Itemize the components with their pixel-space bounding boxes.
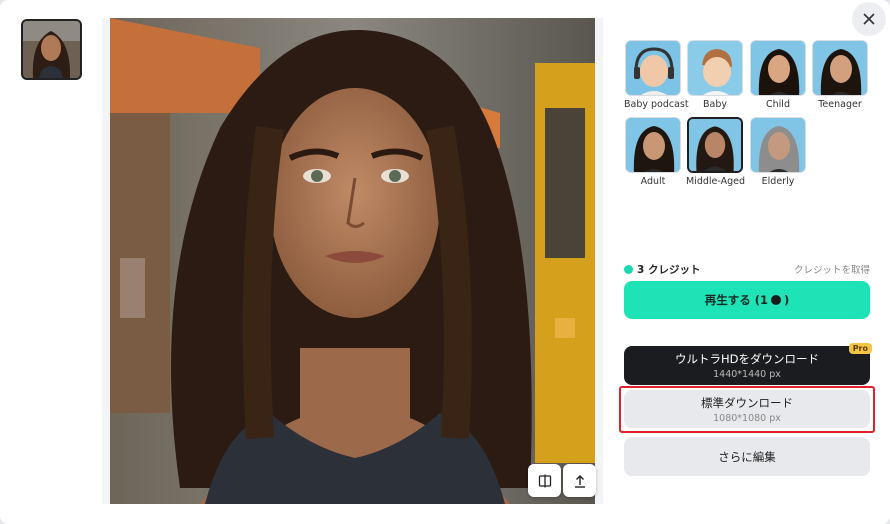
age-style-teenager[interactable]: Teenager — [811, 40, 869, 110]
credit-coin-icon — [771, 295, 781, 305]
age-style-baby[interactable]: Baby — [686, 40, 744, 110]
age-style-baby-podcast[interactable]: Baby podcast — [624, 40, 689, 110]
age-thumbnail — [687, 40, 743, 96]
age-thumbnail — [687, 117, 743, 173]
portrait-image — [110, 18, 595, 504]
age-label: Middle-Aged — [686, 176, 746, 187]
age-style-adult[interactable]: Adult — [624, 117, 682, 187]
age-thumbnail — [750, 117, 806, 173]
generated-photo — [110, 18, 595, 504]
pro-badge: Pro — [848, 343, 872, 354]
ultra-hd-download-button[interactable]: ウルトラHDをダウンロード 1440*1440 px Pro — [624, 343, 872, 385]
original-thumbnail[interactable] — [21, 19, 82, 80]
age-label: Baby — [703, 99, 727, 110]
standard-download-button[interactable]: 標準ダウンロード 1080*1080 px — [624, 390, 870, 428]
compare-button[interactable] — [528, 464, 561, 497]
age-thumbnail — [625, 117, 681, 173]
share-button[interactable] — [563, 464, 596, 497]
regenerate-label: 再生する (1 — [704, 293, 768, 307]
credits-balance: 3 クレジット — [624, 262, 700, 277]
ultra-hd-label: ウルトラHDをダウンロード — [674, 352, 819, 366]
credit-icon — [624, 264, 633, 274]
credits-count: 3 クレジット — [637, 263, 701, 276]
upload-icon — [574, 474, 585, 488]
age-style-elderly[interactable]: Elderly — [749, 117, 807, 187]
age-thumbnail — [812, 40, 868, 96]
edit-more-label: さらに編集 — [718, 449, 776, 464]
regenerate-label-close: ) — [784, 293, 790, 307]
close-icon — [863, 13, 875, 25]
age-label: Baby podcast — [624, 99, 689, 110]
age-thumbnail — [750, 40, 806, 96]
get-credits-link[interactable]: クレジットを取得 — [794, 262, 870, 276]
ultra-hd-size: 1440*1440 px — [713, 369, 781, 380]
edit-more-button[interactable]: さらに編集 — [624, 437, 870, 476]
age-label: Child — [766, 99, 790, 110]
compare-icon — [538, 474, 551, 487]
age-style-child[interactable]: Child — [749, 40, 807, 110]
age-thumbnail — [625, 40, 681, 96]
credits-row: 3 クレジット クレジットを取得 — [624, 262, 870, 276]
regenerate-button[interactable]: 再生する (1 ) — [624, 281, 870, 319]
close-button[interactable] — [852, 2, 886, 36]
age-style-middle-aged[interactable]: Middle-Aged — [686, 117, 746, 187]
thumbnail-image — [23, 21, 80, 78]
download-dialog: Baby podcast Baby Child Teenager Adult M… — [0, 0, 890, 524]
age-label: Elderly — [761, 176, 795, 187]
age-label: Adult — [640, 176, 666, 187]
standard-label: 標準ダウンロード — [701, 395, 793, 410]
image-preview — [102, 18, 603, 504]
standard-size: 1080*1080 px — [713, 412, 781, 424]
age-label: Teenager — [818, 99, 862, 110]
